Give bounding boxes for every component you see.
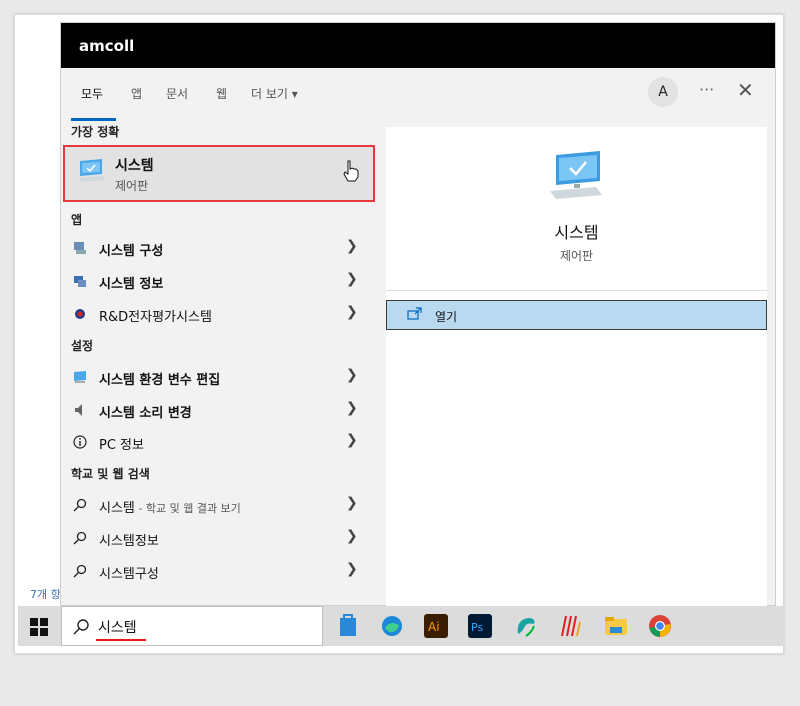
panel-titlebar: amcoll (61, 23, 775, 68)
settings-item-label: 시스템 환경 변수 편집 (99, 373, 221, 388)
edge-icon[interactable] (380, 614, 404, 638)
best-match-item[interactable]: 시스템 제어판 (63, 145, 375, 202)
web-item-label: 시스템정보 (99, 534, 159, 549)
monitor-icon (79, 159, 105, 182)
preview-subtitle: 제어판 (559, 249, 594, 263)
chrome-icon[interactable] (648, 614, 672, 638)
web-item-2[interactable]: 시스템구성 ❯ (61, 556, 373, 586)
open-icon (407, 307, 422, 320)
section-settings: 설정 (71, 339, 94, 353)
system-info-icon (74, 276, 86, 287)
rnd-eval-icon (75, 309, 85, 319)
taskbar-search-box[interactable]: 시스템 (61, 606, 323, 646)
search-icon (73, 498, 87, 512)
settings-item-sound[interactable]: 시스템 소리 변경 ❯ (61, 395, 373, 425)
hand-cursor-icon (343, 160, 359, 182)
svg-text:Ps: Ps (471, 621, 483, 634)
svg-text:Ai: Ai (428, 620, 440, 634)
photoshop-icon[interactable]: Ps (468, 614, 492, 638)
app-item-label: R&D전자평가시스템 (99, 310, 212, 325)
search-input-value: 시스템 (98, 620, 137, 636)
monitor-icon (550, 151, 602, 199)
windows-start-icon[interactable] (30, 618, 48, 636)
active-tab-indicator (71, 118, 116, 121)
divider (386, 290, 767, 291)
app2-icon[interactable] (558, 614, 582, 638)
settings-item-env-vars[interactable]: 시스템 환경 변수 편집 ❯ (61, 362, 373, 392)
web-item-0[interactable]: 시스템 - 학교 및 웹 결과 보기 ❯ (61, 490, 373, 520)
app-item-label: 시스템 정보 (99, 277, 164, 292)
desktop-item-count: 7개 항 (30, 588, 61, 601)
close-button[interactable]: ✕ (737, 78, 754, 102)
settings-item-label: 시스템 소리 변경 (99, 406, 192, 421)
chevron-right-icon: ❯ (346, 400, 358, 416)
app-item-system-config[interactable]: 시스템 구성 ❯ (61, 233, 373, 263)
web-item-label: 시스템구성 (99, 567, 159, 582)
chevron-right-icon: ❯ (346, 561, 358, 577)
tab-all[interactable]: 모두 (81, 83, 103, 104)
tab-apps[interactable]: 앱 (131, 83, 142, 104)
store-icon[interactable] (336, 614, 360, 638)
best-match-subtitle: 제어판 (115, 179, 149, 193)
search-tabs: 모두 앱 문서 웹 더 보기 ▾ A ··· ✕ (61, 68, 775, 123)
preview-pane: 시스템 제어판 열기 (386, 127, 767, 607)
env-vars-icon (74, 371, 86, 383)
taskbar: 시스템 Ai Ps (18, 606, 784, 646)
tab-web[interactable]: 웹 (216, 83, 227, 104)
file-explorer-icon[interactable] (604, 614, 628, 638)
open-label: 열기 (435, 310, 458, 324)
more-options-button[interactable]: ··· (699, 80, 714, 99)
search-icon (73, 619, 89, 635)
app-icon[interactable] (514, 614, 538, 638)
settings-item-pc-info[interactable]: PC 정보 ❯ (61, 427, 373, 457)
search-text-underline (96, 639, 146, 641)
tab-documents[interactable]: 문서 (166, 83, 188, 104)
section-web-search: 학교 및 웹 검색 (71, 467, 150, 481)
app-item-label: 시스템 구성 (99, 244, 164, 259)
start-search-panel: amcoll 모두 앱 문서 웹 더 보기 ▾ A ··· ✕ 가장 정확 시스… (60, 22, 776, 607)
settings-item-label: PC 정보 (99, 438, 144, 453)
section-apps: 앱 (71, 213, 83, 227)
chevron-right-icon: ❯ (346, 271, 358, 287)
section-best-match: 가장 정확 (71, 125, 120, 139)
best-match-name: 시스템 (115, 158, 154, 174)
preview-title: 시스템 (554, 223, 599, 242)
chevron-right-icon: ❯ (346, 432, 358, 448)
app-item-rnd-eval[interactable]: R&D전자평가시스템 ❯ (61, 299, 373, 329)
system-config-icon (74, 242, 86, 254)
app-item-system-info[interactable]: 시스템 정보 ❯ (61, 266, 373, 296)
tab-more[interactable]: 더 보기 ▾ (251, 83, 298, 104)
speaker-icon (75, 404, 82, 416)
chevron-right-icon: ❯ (346, 304, 358, 320)
search-icon (73, 531, 87, 545)
search-icon (73, 564, 87, 578)
avatar[interactable]: A (648, 77, 678, 107)
chevron-right-icon: ❯ (346, 367, 358, 383)
chevron-right-icon: ❯ (346, 528, 358, 544)
info-icon (73, 435, 87, 449)
web-item-label: 시스템 - 학교 및 웹 결과 보기 (99, 501, 241, 516)
open-button[interactable]: 열기 (386, 300, 767, 330)
chevron-right-icon: ❯ (346, 495, 358, 511)
web-item-1[interactable]: 시스템정보 ❯ (61, 523, 373, 553)
org-name: amcoll (79, 37, 135, 55)
chevron-right-icon: ❯ (346, 238, 358, 254)
illustrator-icon[interactable]: Ai (424, 614, 448, 638)
